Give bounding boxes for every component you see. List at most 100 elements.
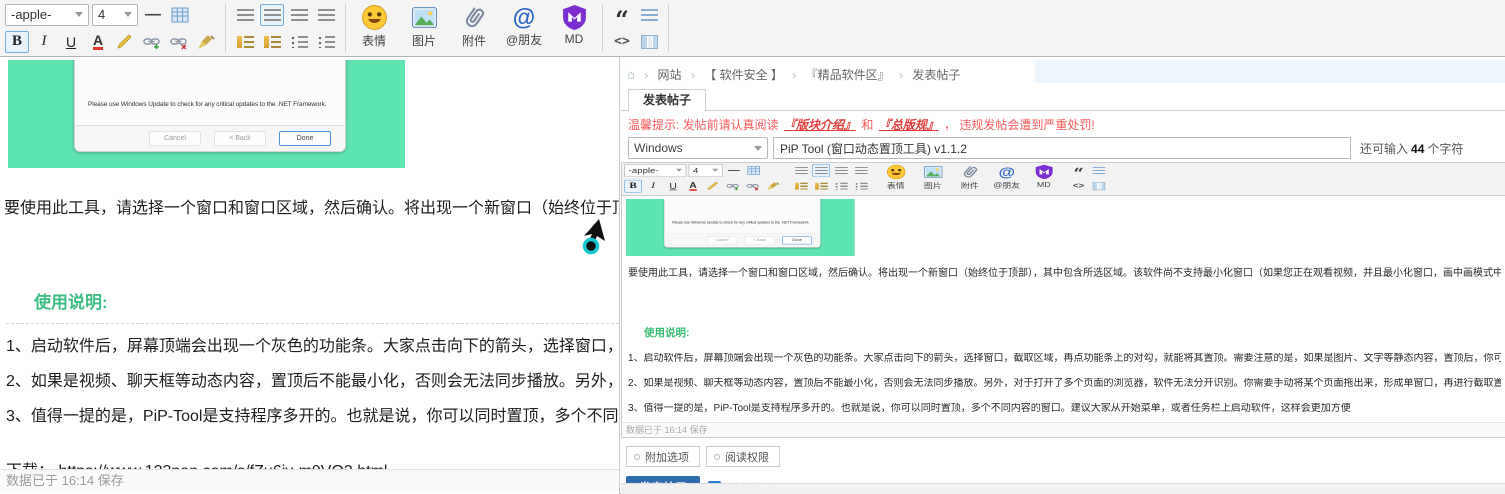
- align-right-button[interactable]: [287, 4, 311, 26]
- board-intro-link[interactable]: 『版块介绍』: [784, 118, 856, 132]
- insert-link-button[interactable]: [724, 180, 742, 193]
- font-size-select[interactable]: 4: [689, 164, 723, 177]
- align-right-icon: [291, 9, 308, 21]
- extra-options-button[interactable]: 附加选项: [626, 446, 700, 467]
- blockquote-button[interactable]: “: [1070, 164, 1088, 177]
- paragraph-indent-button[interactable]: [637, 4, 661, 26]
- chars-remaining-count: 44: [1411, 142, 1424, 156]
- dialog-done-button: Done: [782, 236, 812, 244]
- markdown-button[interactable]: MD: [1028, 164, 1059, 188]
- insert-table-button[interactable]: [168, 4, 192, 26]
- toolbar-divider: [602, 4, 603, 52]
- outdent-button[interactable]: [792, 180, 810, 193]
- align-justify-button[interactable]: [852, 164, 870, 177]
- mouse-cursor-icon: [582, 219, 612, 255]
- markdown-button[interactable]: MD: [553, 4, 595, 46]
- post-paragraph: 要使用此工具，请选择一个窗口和窗口区域，然后确认。将出现一个新窗口（始终位于顶部…: [4, 194, 619, 218]
- post-image-large[interactable]: Please use Windows Update to check for a…: [8, 60, 405, 168]
- emoji-button[interactable]: 表情: [880, 164, 911, 190]
- code-button[interactable]: <>: [610, 31, 634, 53]
- align-left-button[interactable]: [233, 4, 257, 26]
- chevron-down-icon: [712, 169, 718, 172]
- underline-button[interactable]: U: [664, 180, 682, 193]
- smiley-icon: [886, 164, 906, 180]
- mention-button[interactable]: @ @朋友: [503, 4, 545, 48]
- breadcrumb-item-site[interactable]: 网站: [658, 68, 682, 82]
- font-size-select[interactable]: 4: [92, 4, 138, 26]
- horizontal-rule-button[interactable]: —: [141, 4, 165, 26]
- dotnet-setup-dialog: Please use Windows Update to check for a…: [74, 60, 346, 152]
- attachment-button[interactable]: 附件: [954, 164, 985, 190]
- font-color-button[interactable]: A: [86, 31, 110, 53]
- chevron-down-icon: [124, 12, 132, 17]
- insert-link-button[interactable]: [140, 31, 164, 53]
- paragraph-indent-button[interactable]: [1090, 164, 1108, 177]
- chevron-down-icon: [676, 169, 682, 172]
- columns-button[interactable]: [637, 31, 661, 53]
- post-screenshot-image: Please use Windows Update to check for a…: [8, 60, 405, 168]
- align-justify-icon: [855, 167, 868, 174]
- underline-button[interactable]: U: [59, 31, 83, 53]
- align-center-button[interactable]: [812, 164, 830, 177]
- align-center-button[interactable]: [260, 4, 284, 26]
- read-permission-button[interactable]: 阅读权限: [706, 446, 780, 467]
- remove-link-button[interactable]: [744, 180, 762, 193]
- insert-image-button[interactable]: 图片: [917, 164, 948, 190]
- blockquote-button[interactable]: “: [610, 4, 634, 26]
- align-right-button[interactable]: [832, 164, 850, 177]
- unordered-list-button[interactable]: [314, 31, 338, 53]
- unordered-list-button[interactable]: [852, 180, 870, 193]
- post-title-input[interactable]: [773, 137, 1351, 159]
- emoji-button[interactable]: 表情: [353, 4, 395, 49]
- usage-heading: 使用说明:: [644, 325, 1501, 340]
- broom-icon: [766, 181, 779, 190]
- indent-button[interactable]: [812, 180, 830, 193]
- post-screenshot-image: Please use Windows Update to check for a…: [626, 199, 855, 256]
- columns-button[interactable]: [1090, 180, 1108, 193]
- font-color-button[interactable]: A: [684, 180, 702, 193]
- bold-button[interactable]: B: [5, 31, 29, 53]
- editor-toolbar: -apple- 4 — B I U A: [2, 2, 1503, 54]
- attachment-button[interactable]: 附件: [453, 4, 495, 49]
- font-family-select[interactable]: -apple-: [5, 4, 89, 26]
- clear-format-button[interactable]: [194, 31, 218, 53]
- post-image-small[interactable]: Please use Windows Update to check for a…: [626, 199, 855, 256]
- editor-toolbar: -apple- 4 — B I U A: [622, 163, 1022, 193]
- home-icon[interactable]: ⌂: [627, 67, 635, 82]
- tab-bar: 发表帖子: [621, 88, 1505, 111]
- ordered-list-button[interactable]: [832, 180, 850, 193]
- breadcrumb-item-category[interactable]: 【 软件安全 】: [704, 68, 783, 82]
- horizontal-rule-icon: —: [728, 165, 740, 175]
- md-shield-icon: [561, 4, 588, 31]
- bold-button[interactable]: B: [624, 180, 642, 193]
- mention-button[interactable]: @ @朋友: [991, 164, 1022, 190]
- code-button[interactable]: <>: [1070, 180, 1088, 193]
- remove-link-button[interactable]: [167, 31, 191, 53]
- horizontal-rule-button[interactable]: —: [725, 164, 743, 177]
- align-justify-button[interactable]: [314, 4, 338, 26]
- insert-table-button[interactable]: [745, 164, 763, 177]
- italic-button[interactable]: I: [644, 180, 662, 193]
- tab-new-post[interactable]: 发表帖子: [628, 89, 706, 112]
- breadcrumb-item-board[interactable]: 『精品软件区』: [806, 68, 890, 82]
- clear-format-button[interactable]: [764, 180, 782, 193]
- font-family-select[interactable]: -apple-: [624, 164, 686, 177]
- horizontal-rule-icon: —: [145, 6, 161, 24]
- ordered-list-button[interactable]: [287, 31, 311, 53]
- dotnet-setup-dialog: Please use Windows Update to check for a…: [664, 199, 821, 248]
- ordered-list-icon: [835, 182, 848, 189]
- dialog-message: Please use Windows Update to check for a…: [88, 101, 335, 108]
- category-select[interactable]: Windows: [628, 137, 768, 159]
- align-left-button[interactable]: [792, 164, 810, 177]
- indent-button[interactable]: [260, 31, 284, 53]
- rules-link[interactable]: 『总版规』: [879, 118, 939, 132]
- highlight-button[interactable]: [704, 180, 722, 193]
- editor-content-area[interactable]: Please use Windows Update to check for a…: [622, 196, 1505, 422]
- insert-image-button[interactable]: 图片: [403, 4, 445, 49]
- code-icon: <>: [614, 34, 630, 49]
- italic-button[interactable]: I: [32, 31, 56, 53]
- ordered-list-icon: [291, 36, 308, 48]
- outdent-button[interactable]: [233, 31, 257, 53]
- align-left-icon: [237, 9, 254, 21]
- highlight-button[interactable]: [113, 31, 137, 53]
